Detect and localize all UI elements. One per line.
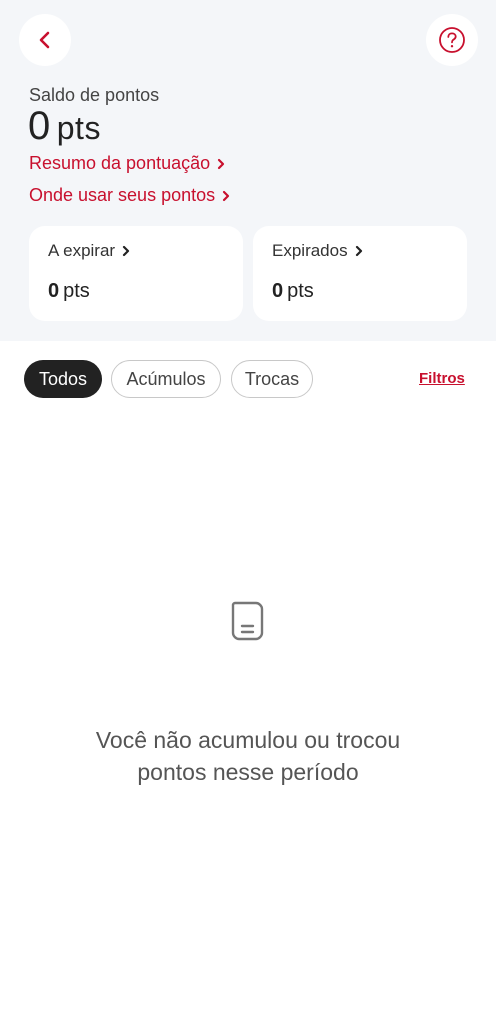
empty-state-message: Você não acumulou ou trocou pontos nesse… xyxy=(48,724,448,788)
expired-unit: pts xyxy=(287,280,314,302)
question-circle-icon xyxy=(439,27,465,53)
expiring-number: 0 xyxy=(48,280,60,302)
expired-title-label: Expirados xyxy=(272,241,348,260)
chevron-right-icon xyxy=(223,190,230,201)
where-to-use-link[interactable]: Onde usar seus pontos xyxy=(29,185,230,206)
chevron-right-icon xyxy=(122,245,130,257)
filters-link[interactable]: Filtros xyxy=(419,370,465,387)
balance-unit: pts xyxy=(56,110,101,146)
help-button[interactable] xyxy=(426,14,478,66)
document-icon xyxy=(231,601,264,641)
back-button[interactable] xyxy=(19,14,71,66)
chevron-right-icon xyxy=(355,245,362,257)
expiring-card-title: A expirar xyxy=(48,241,130,261)
expiring-unit: pts xyxy=(63,280,90,302)
filter-chip-todos[interactable]: Todos xyxy=(24,360,102,398)
chevron-right-icon xyxy=(218,158,225,169)
balance-label: Saldo de pontos xyxy=(29,85,160,105)
expired-number: 0 xyxy=(272,280,284,302)
balance-number: 0 xyxy=(28,104,51,148)
chevron-left-icon xyxy=(39,31,50,49)
points-header-section: Saldo de pontos 0 pts Resumo da pontuação… xyxy=(0,0,496,341)
expiring-card-value: 0 pts xyxy=(48,280,90,303)
empty-state-line2: pontos nesse período xyxy=(137,759,359,785)
points-summary-link[interactable]: Resumo da pontuação xyxy=(29,153,225,174)
filter-chip-trocas[interactable]: Trocas xyxy=(231,360,313,398)
where-to-use-label: Onde usar seus pontos xyxy=(29,185,216,205)
empty-state-line1: Você não acumulou ou trocou xyxy=(95,727,401,753)
expired-card-title: Expirados xyxy=(272,241,363,261)
expired-card-value: 0 pts xyxy=(272,280,314,303)
balance-value: 0 pts xyxy=(28,104,101,149)
expired-points-card[interactable]: Expirados 0 pts xyxy=(253,226,467,321)
expiring-points-card[interactable]: A expirar 0 pts xyxy=(29,226,243,321)
points-summary-label: Resumo da pontuação xyxy=(29,153,211,173)
expiring-title-label: A expirar xyxy=(48,241,116,260)
filter-chip-acumulos[interactable]: Acúmulos xyxy=(111,360,221,398)
